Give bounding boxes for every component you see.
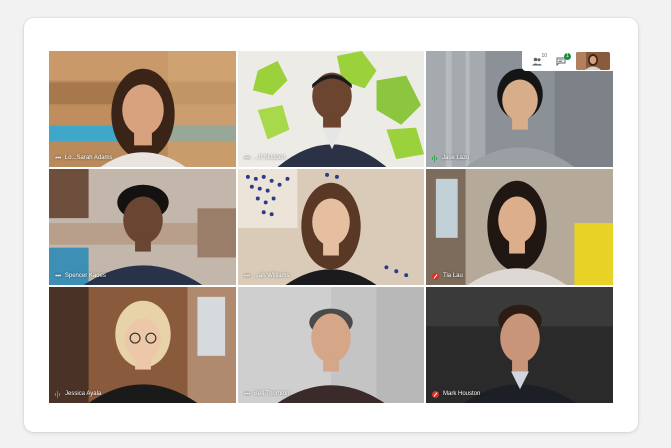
participants-count: 10 xyxy=(541,53,547,59)
participant-name: Bell Thornton xyxy=(253,391,290,397)
speaking-indicator-icon xyxy=(432,155,437,162)
participant-tile[interactable]: ••• Spencer Kaoes xyxy=(48,168,237,286)
participant-name-tag: Tia Lau xyxy=(432,273,463,280)
participant-tile[interactable]: ••• ...ff Skidden xyxy=(237,50,425,168)
audio-level-icon: ••• xyxy=(55,155,61,162)
participant-tile[interactable]: Tia Lau xyxy=(425,168,614,286)
audio-level-icon: ••• xyxy=(55,273,61,280)
participant-name: Spencer Kaoes xyxy=(64,273,106,279)
participant-name: Lo...Sarah Adams xyxy=(64,155,113,161)
mic-off-icon xyxy=(432,273,439,280)
participant-name-tag: Jessica Ayala xyxy=(55,391,101,398)
participant-name: ...ff Skidden xyxy=(253,155,286,161)
participant-name-tag: ••• Spencer Kaoes xyxy=(55,273,106,280)
meeting-toolbar: 10 1 xyxy=(522,51,613,71)
participant-name-tag: Jace Lazo xyxy=(432,155,469,162)
participant-tile[interactable]: ••• Bell Thornton xyxy=(237,286,425,404)
participant-name-tag: ••• ...ah Williams xyxy=(244,273,290,280)
participant-name: Jessica Ayala xyxy=(65,391,102,397)
participant-name-tag: Mark Houston xyxy=(432,391,480,398)
participant-tile[interactable]: Mark Houston xyxy=(425,286,614,404)
mic-off-icon xyxy=(432,391,439,398)
participants-button[interactable]: 10 xyxy=(528,53,547,69)
participant-name-tag: ••• Lo...Sarah Adams xyxy=(55,155,113,162)
video-feed xyxy=(49,169,236,285)
participant-tile[interactable]: Jessica Ayala xyxy=(48,286,237,404)
participant-tile[interactable]: ••• Lo...Sarah Adams xyxy=(48,50,237,168)
audio-level-icon: ••• xyxy=(244,391,250,398)
participant-name-tag: ••• ...ff Skidden xyxy=(244,155,285,162)
video-feed xyxy=(426,169,613,285)
participant-name: Mark Houston xyxy=(443,391,481,397)
chat-badge: 1 xyxy=(564,53,571,60)
chat-button[interactable]: 1 xyxy=(552,53,571,69)
video-feed xyxy=(426,287,613,403)
video-grid: ••• Lo...Sarah Adams ••• ...ff Skidden J… xyxy=(48,50,614,404)
participant-name: Tia Lau xyxy=(443,273,463,279)
self-view-thumbnail[interactable] xyxy=(576,52,610,70)
audio-level-icon: ••• xyxy=(244,155,250,162)
participant-name: ...ah Williams xyxy=(253,273,290,279)
participant-name: Jace Lazo xyxy=(442,155,470,161)
video-feed xyxy=(49,287,236,403)
video-feed xyxy=(238,287,424,403)
participant-tile[interactable]: Jace Lazo 10 1 xyxy=(425,50,614,168)
video-feed xyxy=(49,51,236,167)
participant-tile[interactable]: ••• ...ah Williams xyxy=(237,168,425,286)
audio-level-icon: ••• xyxy=(244,273,250,280)
video-feed xyxy=(238,51,424,167)
speaking-indicator-icon xyxy=(55,391,60,398)
participant-name-tag: ••• Bell Thornton xyxy=(244,391,289,398)
avatar xyxy=(576,52,610,70)
video-feed xyxy=(238,169,424,285)
